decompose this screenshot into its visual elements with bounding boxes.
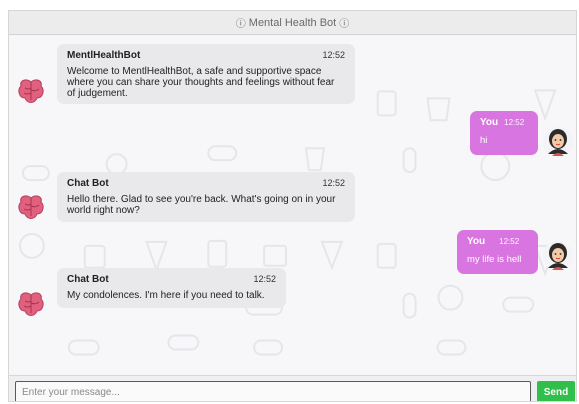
sender-name: Chat Bot — [67, 178, 109, 189]
message-text: Hello there. Glad to see you're back. Wh… — [67, 194, 336, 216]
message-time: 12:52 — [322, 178, 345, 188]
message-input[interactable] — [15, 381, 531, 401]
message-bubble: Chat Bot 12:52 Hello there. Glad to see … — [57, 172, 355, 222]
brain-icon — [18, 195, 44, 219]
chat-window: ⓘ Mental Health Bot ⓘ MentlHealthBot 12:… — [8, 10, 577, 402]
brain-icon — [18, 79, 44, 103]
message-bubble: You 12:52 my life is hell — [457, 230, 538, 274]
message-time: 12:52 — [253, 274, 276, 284]
sender-name: MentlHealthBot — [67, 50, 141, 61]
chat-header: ⓘ Mental Health Bot ⓘ — [9, 11, 576, 35]
message-bubble: You 12:52 hi — [470, 111, 538, 155]
composer-bar: Send — [9, 375, 576, 401]
user-avatar-icon — [543, 241, 573, 271]
send-button[interactable]: Send — [537, 381, 575, 401]
user-avatar-icon — [543, 127, 573, 157]
sender-name: You — [467, 236, 486, 247]
message-time: 12:52 — [504, 118, 525, 127]
info-circle-icon: ⓘ — [339, 19, 350, 30]
message-time: 12:52 — [322, 50, 345, 60]
message-text: Welcome to MentlHealthBot, a safe and su… — [67, 66, 335, 99]
sender-name: You — [480, 117, 499, 128]
chat-title: Mental Health Bot — [248, 16, 337, 29]
message-bubble: Chat Bot 12:52 My condolences. I'm here … — [57, 268, 286, 308]
message-text: hi — [480, 135, 488, 146]
message-text: my life is hell — [467, 254, 522, 265]
info-circle-icon: ⓘ — [235, 19, 246, 30]
sender-name: Chat Bot — [67, 274, 109, 285]
message-time: 12:52 — [499, 237, 520, 246]
message-bubble: MentlHealthBot 12:52 Welcome to MentlHea… — [57, 44, 355, 104]
brain-icon — [18, 292, 44, 316]
message-text: My condolences. I'm here if you need to … — [67, 290, 265, 301]
message-list[interactable]: MentlHealthBot 12:52 Welcome to MentlHea… — [9, 36, 576, 374]
